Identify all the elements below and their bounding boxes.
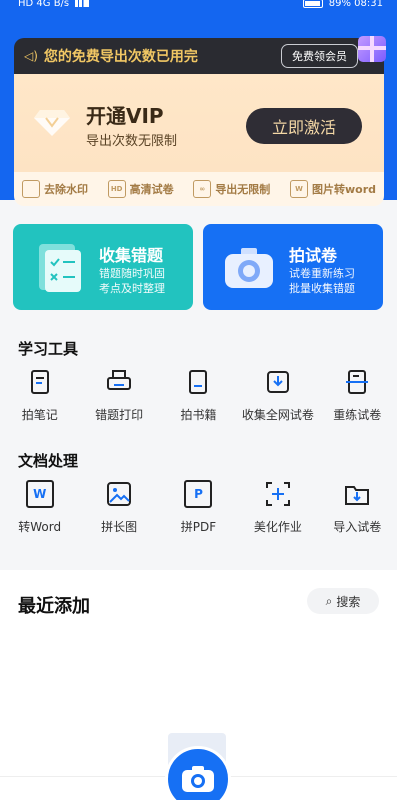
tool-label: 拼PDF [180,520,217,534]
tool-long-image[interactable]: 拼长图 [79,480,158,535]
feature-label: 去除水印 [44,183,88,196]
tool-label: 转Word [18,520,62,534]
status-right: 89% 08:31 [302,0,383,9]
tool-redo-papers[interactable]: 重练试卷 [318,368,397,423]
scan-doc-icon [346,370,369,394]
tool-label: 导入试卷 [333,520,382,534]
word-icon: W [289,180,308,198]
tool-label: 拼长图 [101,520,138,534]
feature-label: 导出无限制 [215,183,271,196]
battery-icon [302,0,323,8]
tool-label: 拍书籍 [180,408,217,422]
tool-label: 收集全网试卷 [241,408,314,422]
camera-icon [225,248,273,288]
feature-image-to-word: W 图片转word [289,180,376,198]
doc-tools-title: 文档处理 [18,452,79,470]
tool-label: 重练试卷 [333,408,382,422]
tool-label: 错题打印 [95,408,144,422]
diamond-icon [34,110,70,136]
feature-hd-paper: HD 高清试卷 [107,180,174,198]
card-desc-line: 试卷重新练习 [289,267,355,280]
notice-bar: ◁) 您的免费导出次数已用完 免费领会员 [14,36,386,74]
study-tools-title: 学习工具 [18,340,79,358]
gift-icon[interactable] [358,36,386,62]
card-desc-line: 错题随时巩固 [99,267,165,280]
speaker-icon: ◁) [24,49,38,63]
tool-to-word[interactable]: W 转Word [0,480,79,535]
card-desc: 试卷重新练习 批量收集错题 [289,266,355,296]
tool-import-papers[interactable]: 导入试卷 [318,480,397,535]
card-title: 拍试卷 [289,246,338,265]
camera-icon [182,766,214,792]
signal-icon [75,0,90,7]
feature-label: 高清试卷 [129,183,174,196]
feature-remove-watermark: 去除水印 [22,180,88,198]
photo-paper-card[interactable]: 拍试卷 试卷重新练习 批量收集错题 [203,224,383,310]
download-tray-icon [266,371,289,393]
status-left-text: HD 4G B/s [18,0,70,9]
status-right-text: 89% 08:31 [328,0,383,9]
tool-label: 拍笔记 [21,408,58,422]
status-left: HD 4G B/s [18,0,90,9]
search-button[interactable]: ⌕ 搜索 [307,588,379,614]
free-vip-button[interactable]: 免费领会员 [281,44,358,68]
card-desc-line: 考点及时整理 [99,282,165,295]
vip-features: 去除水印 HD 高清试卷 ∞ 导出无限制 W 图片转word [14,172,384,206]
import-folder-icon [345,486,370,505]
hd-icon: HD [107,180,126,198]
vip-title: 开通VIP [86,104,164,128]
tool-photo-notes[interactable]: 拍笔记 [0,368,79,423]
tool-beautify-homework[interactable]: 美化作业 [238,480,317,535]
activate-button[interactable]: 立即激活 [246,108,362,144]
image-icon [107,482,132,506]
vip-subtitle: 导出次数无限制 [86,134,178,149]
book-icon [189,370,208,394]
mistake-doc-icon [39,244,81,292]
beautify-icon [265,482,290,506]
card-desc: 错题随时巩固 考点及时整理 [99,266,165,296]
collect-mistakes-card[interactable]: 收集错题 错题随时巩固 考点及时整理 [13,224,193,310]
card-desc-line: 批量收集错题 [289,282,355,295]
search-label: 搜索 [336,594,361,609]
tool-label: 美化作业 [253,520,302,534]
notebook-icon [30,370,49,394]
feature-label: 图片转word [311,183,376,196]
recent-title: 最近添加 [18,596,90,617]
pdf-icon: P [184,480,213,508]
feature-unlimited-export: ∞ 导出无限制 [193,180,270,198]
tool-photo-books[interactable]: 拍书籍 [159,368,238,423]
tool-collect-papers[interactable]: 收集全网试卷 [238,368,317,423]
doc-tools-grid: W 转Word 拼长图 P 拼PDF 美化作业 导入试卷 [0,480,397,535]
vip-card[interactable]: 开通VIP 导出次数无限制 立即激活 [14,74,384,172]
search-icon: ⌕ [325,593,333,608]
tool-merge-pdf[interactable]: P 拼PDF [159,480,238,535]
card-title: 收集错题 [99,246,164,265]
tool-print-mistakes[interactable]: 错题打印 [79,368,158,423]
status-bar: HD 4G B/s 89% 08:31 [0,0,397,12]
study-tools-grid: 拍笔记 错题打印 拍书籍 收集全网试卷 重练试卷 [0,368,397,423]
notice-message: 您的免费导出次数已用完 [43,49,198,65]
person-doc-icon [22,180,40,198]
printer-icon [107,370,132,390]
infinity-icon: ∞ [193,180,212,198]
word-doc-icon: W [25,480,54,508]
